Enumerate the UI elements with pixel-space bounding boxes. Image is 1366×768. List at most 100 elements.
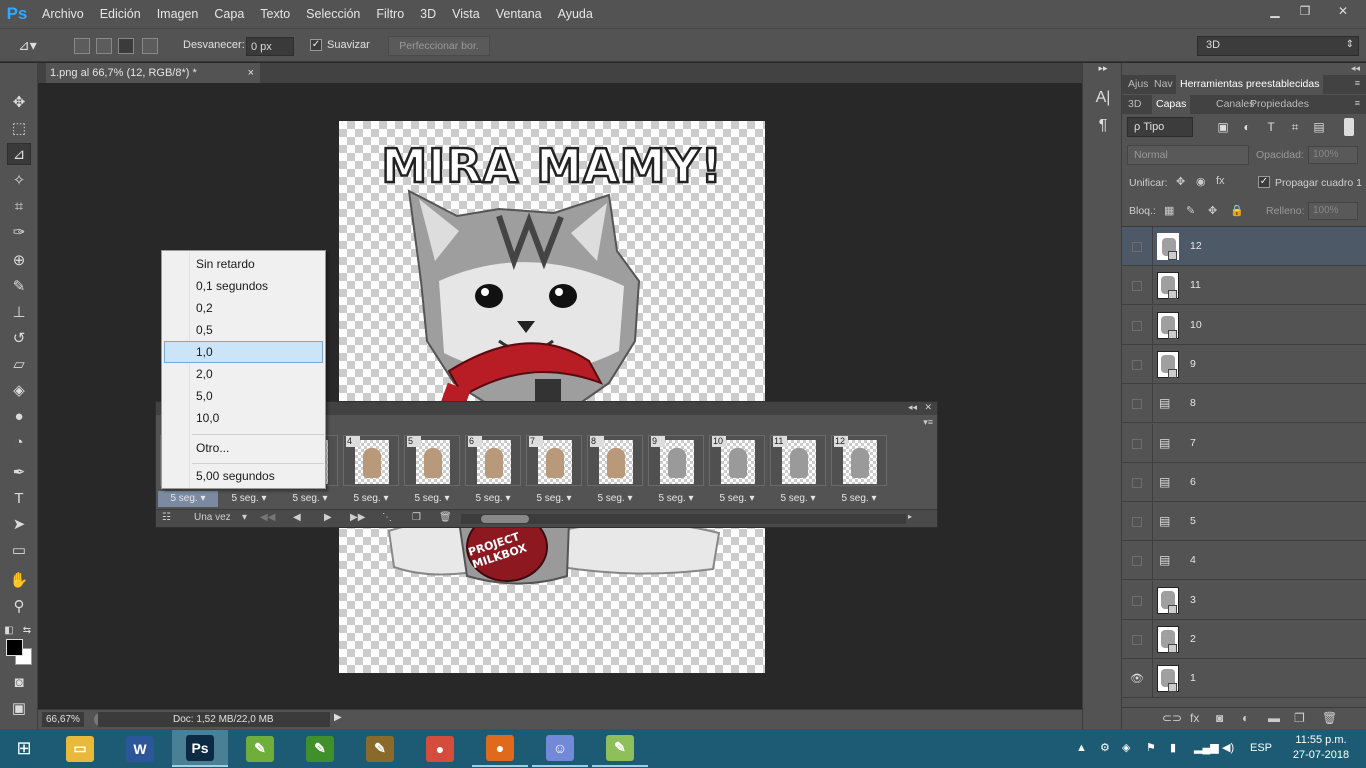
layer-row[interactable]: ▤ 4 <box>1122 541 1366 581</box>
play-icon[interactable]: ▶ <box>324 512 332 523</box>
character-panel-icon[interactable]: A| <box>1093 89 1113 109</box>
lock-pixels-icon[interactable]: ✎ <box>1186 204 1195 217</box>
eraser-tool-icon[interactable]: ▱ <box>7 353 31 375</box>
frame-delay-select[interactable]: 5 seg. ▾ <box>280 491 340 507</box>
layer-row[interactable]: ▤ 8 <box>1122 384 1366 424</box>
visibility-toggle[interactable] <box>1127 319 1147 333</box>
delay-option[interactable]: 5,0 <box>164 385 323 407</box>
tab-tool-presets[interactable]: Herramientas preestablecidas <box>1176 75 1324 94</box>
frame-delay-select[interactable]: 5 seg. ▾ <box>402 491 462 507</box>
menu-item[interactable]: 3D <box>412 0 444 28</box>
blend-mode-select[interactable]: Normal <box>1127 145 1249 165</box>
frame-thumbnail[interactable]: 5 <box>404 435 460 486</box>
frame-delay-select[interactable]: 5 seg. ▾ <box>646 491 706 507</box>
eyedropper-tool-icon[interactable]: ✑ <box>7 221 31 243</box>
add-mask-icon[interactable]: ◙ <box>1216 711 1223 725</box>
loop-select[interactable]: Una vez <box>194 512 231 523</box>
healing-brush-tool-icon[interactable]: ⊕ <box>7 249 31 271</box>
frame-thumbnail[interactable]: 4 <box>343 435 399 486</box>
frame-thumbnail[interactable]: 8 <box>587 435 643 486</box>
restore-button[interactable]: ❐ <box>1290 0 1320 22</box>
filter-toggle-icon[interactable] <box>1344 118 1354 136</box>
propagate-checkbox[interactable]: ✓ <box>1258 176 1270 188</box>
frame-delay-select[interactable]: 5 seg. ▾ <box>585 491 645 507</box>
collapse-panel-icon[interactable]: ◂◂ <box>908 402 917 413</box>
tray-network-icon[interactable]: ⚙ <box>1100 729 1110 768</box>
frame-delay-select[interactable]: 5 seg. ▾ <box>219 491 279 507</box>
menu-item[interactable]: Capa <box>206 0 252 28</box>
frame-thumbnail[interactable]: 7 <box>526 435 582 486</box>
close-tab-icon[interactable]: × <box>248 63 254 83</box>
filter-smart-object-icon[interactable]: ▤ <box>1312 120 1326 134</box>
crop-tool-icon[interactable]: ⌗ <box>7 195 31 217</box>
layer-row[interactable]: 12 <box>1122 227 1366 266</box>
delay-option[interactable]: 10,0 <box>164 407 323 429</box>
layer-row[interactable]: 11 <box>1122 266 1366 306</box>
subtract-selection-button[interactable] <box>118 38 134 54</box>
delete-layer-icon[interactable]: 🗑 <box>1322 711 1337 725</box>
menu-item[interactable]: Selección <box>298 0 368 28</box>
brush-tool-icon[interactable]: ✎ <box>7 275 31 297</box>
default-colors-icon[interactable]: ◧ <box>2 619 16 641</box>
menu-item[interactable]: Imagen <box>149 0 207 28</box>
rectangle-tool-icon[interactable]: ▭ <box>7 539 31 561</box>
taskbar-app-firefox[interactable]: ● <box>472 730 528 767</box>
tray-volume-icon[interactable]: ◀) <box>1222 729 1234 768</box>
animation-frame[interactable]: 11 5 seg. ▾ <box>768 435 828 507</box>
adjustment-layer-icon[interactable]: ◐ <box>1242 711 1249 725</box>
link-layers-icon[interactable]: ⊂⊃ <box>1162 711 1182 725</box>
delay-option[interactable]: 0,1 segundos <box>164 275 323 297</box>
lock-all-icon[interactable]: 🔒 <box>1230 204 1244 217</box>
stamp-tool-icon[interactable]: ⊥ <box>7 301 31 323</box>
frame-thumbnail[interactable]: 9 <box>648 435 704 486</box>
frame-delay-select[interactable]: 5 seg. ▾ <box>158 491 218 507</box>
canvas[interactable]: MIRA MAMY! PROJECT MILKBOX <box>339 121 765 673</box>
frame-delay-select[interactable]: 5 seg. ▾ <box>341 491 401 507</box>
antialias-checkbox[interactable]: ✓ <box>310 39 322 51</box>
frame-delay-select[interactable]: 5 seg. ▾ <box>768 491 828 507</box>
layer-row[interactable]: 9 <box>1122 344 1366 384</box>
layer-row[interactable]: ▤ 7 <box>1122 423 1366 463</box>
taskbar-app-discord[interactable]: ☺ <box>532 730 588 767</box>
dodge-tool-icon[interactable]: ◔ <box>7 431 31 453</box>
duplicate-frame-icon[interactable]: ❐ <box>412 512 421 523</box>
frame-thumbnail[interactable]: 12 <box>831 435 887 486</box>
tray-app-icon[interactable]: ◈ <box>1122 729 1130 768</box>
visibility-toggle[interactable] <box>1127 594 1147 608</box>
visibility-toggle[interactable] <box>1127 279 1147 293</box>
zoom-tool-icon[interactable]: ⚲ <box>7 595 31 617</box>
minimize-button[interactable]: ▁ <box>1260 0 1290 22</box>
lasso-tool-icon[interactable]: ⊿ <box>7 143 31 165</box>
timeline-menu-icon[interactable]: ▾≡ <box>923 417 933 428</box>
unify-visibility-icon[interactable]: ◉ <box>1196 175 1206 188</box>
lock-position-icon[interactable]: ✥ <box>1208 204 1217 217</box>
quick-mask-icon[interactable]: ◙ <box>7 671 31 693</box>
delay-option-other[interactable]: Otro... <box>164 437 323 459</box>
animation-frame[interactable]: 7 5 seg. ▾ <box>524 435 584 507</box>
new-group-icon[interactable]: ▬ <box>1268 711 1280 725</box>
timeline-scrollbar[interactable] <box>461 514 906 524</box>
visibility-toggle[interactable] <box>1127 633 1147 647</box>
close-panel-icon[interactable]: ✕ <box>924 402 932 413</box>
add-selection-button[interactable] <box>96 38 112 54</box>
delay-option[interactable]: 2,0 <box>164 363 323 385</box>
tab-navigator[interactable]: Nav <box>1150 75 1177 94</box>
layer-row[interactable]: ▤ 5 <box>1122 502 1366 542</box>
taskbar-app-chrome[interactable]: ● <box>412 730 468 767</box>
layer-row[interactable]: ▤ 6 <box>1122 462 1366 502</box>
menu-item[interactable]: Ayuda <box>550 0 601 28</box>
layer-kind-filter[interactable]: ρ Tipo <box>1127 117 1193 137</box>
new-selection-button[interactable] <box>74 38 90 54</box>
path-selection-tool-icon[interactable]: ➤ <box>7 513 31 535</box>
close-panels-icon[interactable]: ◂◂ <box>1351 63 1360 74</box>
first-frame-icon[interactable]: ◀◀ <box>260 512 275 523</box>
new-layer-icon[interactable]: ❐ <box>1294 711 1305 725</box>
taskbar-app-app-green-1[interactable]: ✎ <box>232 730 288 767</box>
menu-item[interactable]: Ventana <box>488 0 550 28</box>
status-menu-arrow-icon[interactable]: ▶ <box>334 712 342 723</box>
system-clock[interactable]: 11:55 p.m. 27-07-2018 <box>1286 733 1356 763</box>
delay-option[interactable]: 1,0 <box>164 341 323 363</box>
magic-wand-tool-icon[interactable]: ✧ <box>7 169 31 191</box>
animation-frame[interactable]: 6 5 seg. ▾ <box>463 435 523 507</box>
language-indicator[interactable]: ESP <box>1250 729 1272 768</box>
